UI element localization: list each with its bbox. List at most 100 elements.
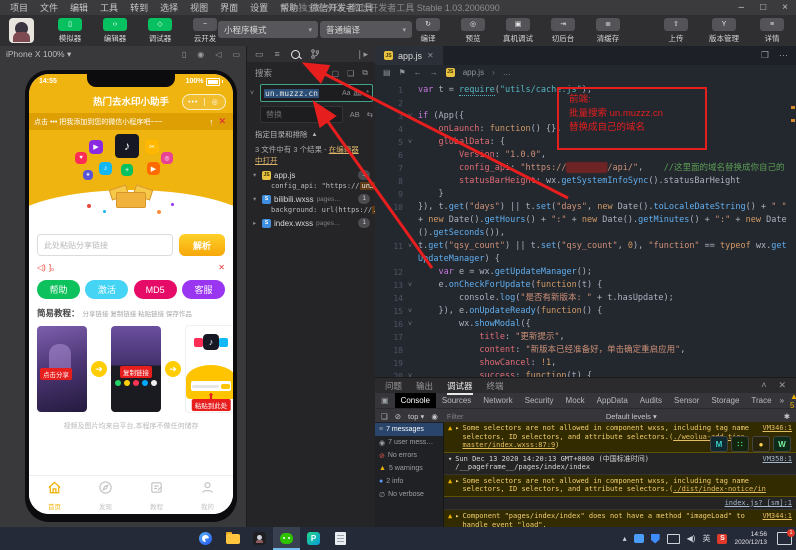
- code-line[interactable]: 17 title: "更新提示",: [375, 331, 790, 344]
- nav-forward-icon[interactable]: →: [430, 68, 438, 77]
- sound-icon[interactable]: ◁: [215, 50, 221, 59]
- pill-button-客服[interactable]: 客服: [182, 280, 225, 299]
- toolbar-action-详情[interactable]: ≡详情: [754, 18, 790, 44]
- more-actions-icon[interactable]: ⋯: [779, 50, 788, 61]
- code-line[interactable]: 11˅t.get("qsy_count") || t.set("qsy_coun…: [375, 240, 790, 266]
- replace-input-box[interactable]: [260, 106, 343, 123]
- panel-tab-调试器[interactable]: 调试器: [447, 380, 473, 392]
- log-levels-dropdown[interactable]: Default levels ▾: [606, 412, 657, 421]
- menubar-item-编辑[interactable]: 编辑: [64, 1, 94, 14]
- code-line[interactable]: 12 var e = wx.getUpdateManager();: [375, 266, 790, 279]
- expand-caret-icon[interactable]: ▸: [455, 424, 459, 433]
- devtools-tab-appdata[interactable]: AppData: [591, 393, 634, 408]
- message-bubble-icon[interactable]: ▭: [255, 49, 264, 60]
- clear-results-icon[interactable]: ▢: [332, 69, 340, 78]
- search-result-file[interactable]: ▾Sbilibili.wxsspages…1: [247, 192, 376, 205]
- panel-tab-终端[interactable]: 终端: [487, 380, 504, 392]
- toolbar-action-版本管理[interactable]: Y版本管理: [706, 18, 742, 44]
- menubar-item-转到[interactable]: 转到: [124, 1, 154, 14]
- source-link[interactable]: VM346:1: [762, 424, 792, 433]
- git-branch-icon[interactable]: [311, 49, 319, 59]
- context-selector[interactable]: top ▾: [408, 412, 424, 421]
- taskbar-app-pycharm[interactable]: P: [300, 527, 327, 550]
- pill-button-激活[interactable]: 激活: [85, 280, 128, 299]
- code-line[interactable]: 20˅ success: function(t) {: [375, 370, 790, 377]
- toolbar-action-上传[interactable]: ⇧上传: [658, 18, 694, 44]
- console-filter-warn[interactable]: ▲5 warnings: [375, 462, 443, 475]
- devtools-tab-trace[interactable]: Trace: [745, 393, 777, 408]
- plugin-icon[interactable]: ∷: [731, 436, 749, 452]
- tabbar-item-我的[interactable]: 我的: [182, 476, 233, 514]
- nav-back-icon[interactable]: ←: [414, 68, 422, 77]
- toolbar-button-模拟器[interactable]: ▯模拟器: [52, 18, 88, 44]
- warning-count-badge[interactable]: ▲ 5: [790, 392, 796, 410]
- record-icon[interactable]: ◉: [197, 50, 204, 59]
- expand-caret-icon[interactable]: ▸: [455, 512, 459, 521]
- breadcrumb-more[interactable]: …: [503, 68, 511, 77]
- source-link[interactable]: index.js? [sm]:1: [725, 499, 792, 508]
- add-to-miniprogram-banner[interactable]: 点击 ••• 把我添加到您的微信小程序吧~~~ ↑ ✕: [29, 113, 233, 130]
- taskbar-clock[interactable]: 14:56 2020/12/13: [734, 531, 767, 547]
- devtools-tab-mock[interactable]: Mock: [560, 393, 591, 408]
- copy-results-icon[interactable]: ⧉: [362, 68, 368, 78]
- tabbar-item-首页[interactable]: 首页: [29, 476, 80, 514]
- device-selector[interactable]: iPhone X 100% ▾: [6, 49, 71, 60]
- search-match-line[interactable]: config_api: "https://un…: [247, 181, 376, 192]
- maximize-button[interactable]: □: [760, 2, 766, 13]
- code-line[interactable]: 9 }: [375, 188, 790, 201]
- preserve-case-icon[interactable]: AB: [350, 110, 360, 119]
- expand-caret-icon[interactable]: ▸: [455, 477, 459, 486]
- search-result-file[interactable]: ▾JSapp.js1: [247, 168, 376, 181]
- rotate-device-icon[interactable]: ▯: [182, 50, 186, 59]
- taskbar-app-devtools[interactable]: [246, 527, 273, 550]
- fold-icon[interactable]: ˅: [408, 240, 418, 266]
- console-sidebar-toggle-icon[interactable]: ❏: [381, 412, 388, 421]
- menubar-item-项目[interactable]: 项目: [4, 1, 34, 14]
- paste-link-input[interactable]: [37, 234, 173, 256]
- editor-tab-appjs[interactable]: JS app.js ✕: [375, 46, 443, 65]
- toolbar-button-调试器[interactable]: ◇调试器: [142, 18, 178, 44]
- devtools-tab-sensor[interactable]: Sensor: [668, 393, 705, 408]
- display-tray-icon[interactable]: [667, 534, 680, 544]
- file-link[interactable]: ./dist/index-notice/in: [673, 485, 766, 493]
- expand-caret-icon[interactable]: ▾: [448, 455, 452, 464]
- console-filter-mute[interactable]: ∅No verbose: [375, 488, 443, 501]
- bookmark-icon[interactable]: ⚑: [399, 68, 406, 77]
- fold-icon[interactable]: ˅: [408, 305, 418, 318]
- whole-word-icon[interactable]: a̲b̲: [354, 90, 362, 97]
- tabbar-item-发现[interactable]: 发现: [80, 476, 131, 514]
- split-editor-icon[interactable]: ❐: [761, 50, 769, 61]
- devtools-tab-security[interactable]: Security: [519, 393, 560, 408]
- code-line[interactable]: 8 statusBarHeight: wx.getSystemInfoSync(…: [375, 175, 790, 188]
- devtools-tab-network[interactable]: Network: [477, 393, 518, 408]
- console-filter-user[interactable]: ◉7 user mess…: [375, 436, 443, 449]
- settings-gear-icon[interactable]: ✱: [784, 412, 790, 421]
- user-avatar[interactable]: [9, 18, 34, 43]
- fold-icon[interactable]: ˅: [408, 110, 418, 123]
- replace-input[interactable]: [264, 109, 322, 120]
- security-tray-icon[interactable]: [651, 534, 660, 544]
- notice-close-icon[interactable]: ✕: [218, 263, 225, 272]
- search-input[interactable]: un.muzzz.cn Aa a̲b̲ .*: [260, 84, 373, 102]
- replace-all-icon[interactable]: ⇆: [367, 110, 373, 119]
- message-icon[interactable]: ▭: [232, 50, 240, 59]
- app-s-tray-icon[interactable]: S: [717, 534, 727, 544]
- breadcrumb[interactable]: app.js: [463, 68, 484, 77]
- devtools-tab-storage[interactable]: Storage: [705, 393, 745, 408]
- close-tab-icon[interactable]: ✕: [427, 51, 434, 60]
- tabbar-item-教程[interactable]: 教程: [131, 476, 182, 514]
- refresh-icon[interactable]: ↻: [317, 69, 324, 78]
- toolbar-action-编译[interactable]: ↻编译: [410, 18, 446, 44]
- fold-icon[interactable]: ˅: [408, 370, 418, 377]
- regex-icon[interactable]: .*: [364, 90, 369, 97]
- code-line[interactable]: 7 config_api: "https://████████/api/", /…: [375, 162, 790, 175]
- mode-dropdown[interactable]: 小程序模式▾: [218, 21, 318, 38]
- pill-button-MD5[interactable]: MD5: [134, 280, 177, 299]
- devtools-tab-sources[interactable]: Sources: [436, 393, 477, 408]
- taskbar-app-notepad[interactable]: [327, 527, 354, 550]
- plugin-icon[interactable]: M: [710, 436, 728, 452]
- outline-icon[interactable]: ▤: [383, 68, 391, 77]
- menubar-item-工具[interactable]: 工具: [94, 1, 124, 14]
- close-panel-icon[interactable]: ✕: [778, 380, 786, 391]
- banner-close-icon[interactable]: ✕: [216, 116, 228, 127]
